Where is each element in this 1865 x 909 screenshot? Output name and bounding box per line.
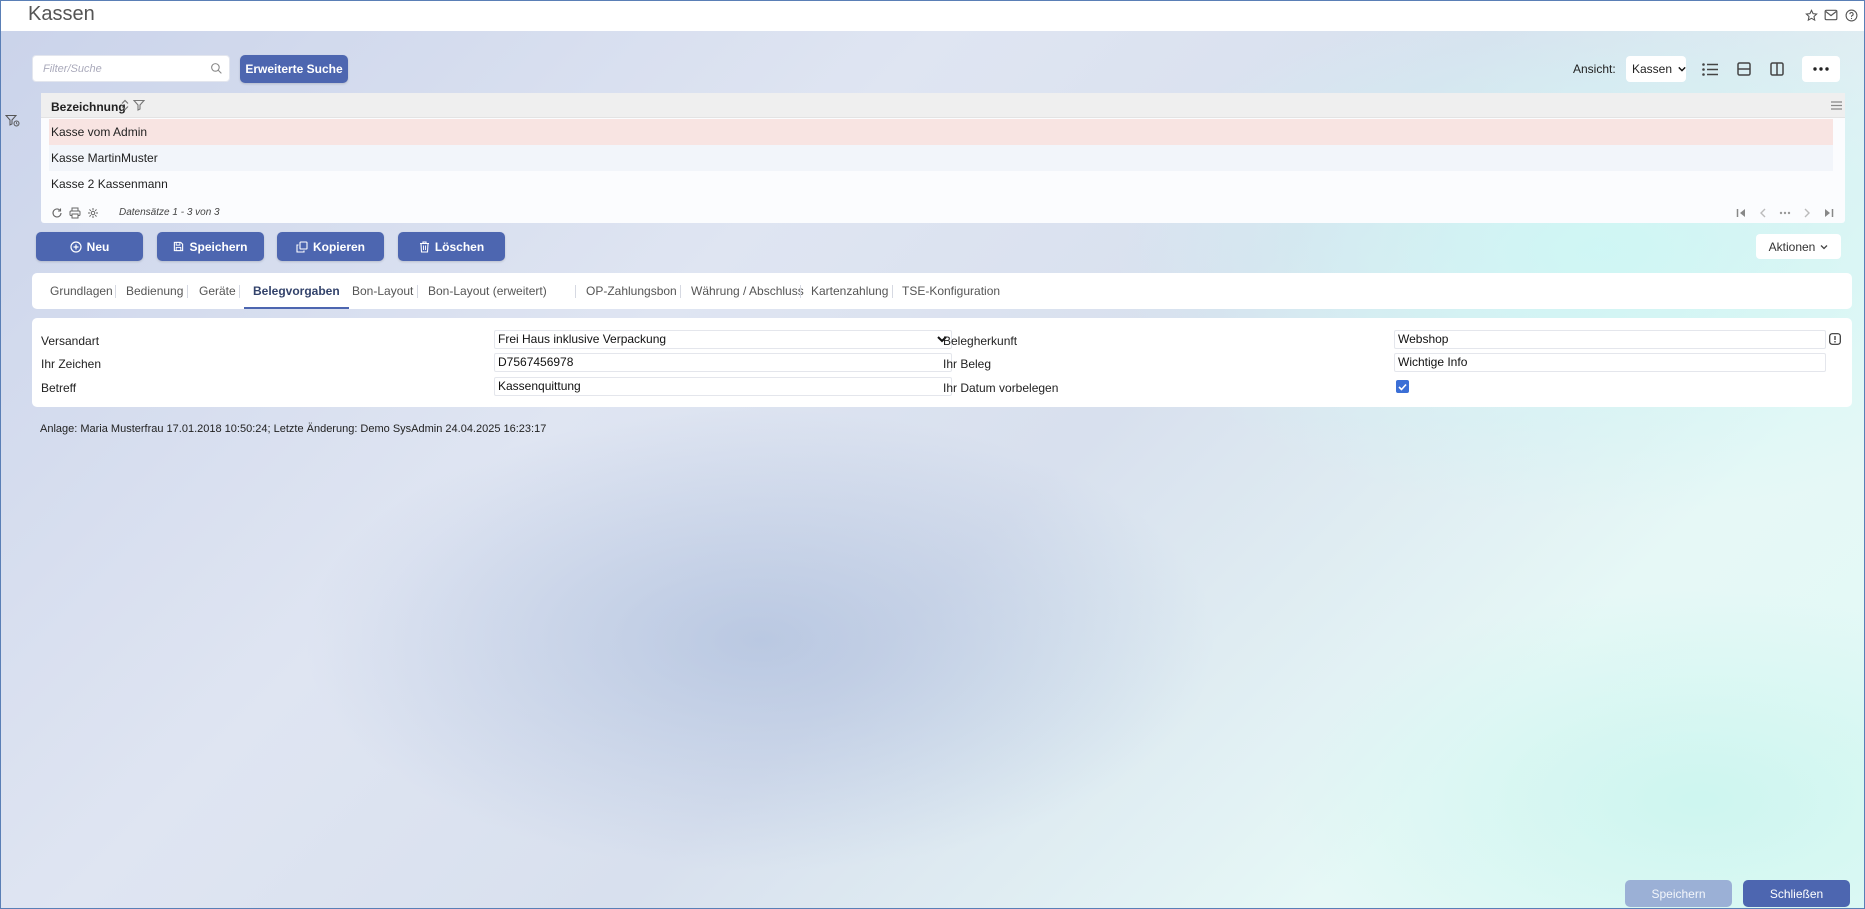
versandart-value: Frei Haus inklusive Verpackung: [498, 332, 667, 346]
top-icons: [1804, 8, 1858, 22]
actions-dropdown[interactable]: Aktionen: [1756, 234, 1841, 259]
tab-separator: [892, 285, 893, 298]
chevron-down-icon: [1820, 244, 1828, 249]
search-icon[interactable]: [210, 62, 223, 75]
last-page-icon[interactable]: [1821, 206, 1837, 220]
ihr-zeichen-label: Ihr Zeichen: [41, 357, 102, 371]
star-icon[interactable]: [1804, 8, 1818, 22]
info-alert-icon[interactable]: [1829, 333, 1841, 345]
list-view-icon[interactable]: [1696, 56, 1724, 82]
print-icon[interactable]: [68, 206, 82, 220]
extended-search-button[interactable]: Erweiterte Suche: [240, 55, 348, 83]
settings-icon[interactable]: [86, 206, 100, 220]
versandart-select[interactable]: Frei Haus inklusive Verpackung: [494, 330, 952, 349]
refresh-icon[interactable]: [50, 206, 64, 220]
tab-bon-layout[interactable]: Bon-Layout: [352, 273, 413, 309]
ihr-beleg-label: Ihr Beleg: [943, 357, 992, 371]
table-row[interactable]: Kasse 2 Kassenmann: [49, 171, 1833, 197]
more-icon: [1813, 67, 1829, 71]
new-button[interactable]: Neu: [36, 232, 143, 261]
column-header-bezeichnung[interactable]: Bezeichnung: [51, 100, 126, 114]
tab-separator: [575, 285, 576, 298]
plus-circle-icon: [70, 240, 82, 253]
grid-footer: Datensätze 1 - 3 von 3: [41, 204, 1845, 222]
tab-kartenzahlung[interactable]: Kartenzahlung: [811, 273, 888, 309]
sort-icon[interactable]: [121, 99, 129, 111]
view-select[interactable]: Kassen: [1626, 56, 1686, 82]
audit-info: Anlage: Maria Musterfrau 17.01.2018 10:5…: [40, 423, 547, 435]
betreff-field[interactable]: Kassenquittung: [494, 377, 952, 396]
betreff-label: Betreff: [41, 381, 77, 395]
table-row[interactable]: Kasse MartinMuster: [49, 145, 1833, 171]
delete-button[interactable]: Löschen: [398, 232, 505, 261]
search-input[interactable]: [33, 56, 198, 81]
records-grid: Bezeichnung Kasse vom Admin Kasse Martin…: [41, 93, 1845, 223]
save-button[interactable]: Speichern: [157, 232, 264, 261]
split-horizontal-icon[interactable]: [1730, 56, 1758, 82]
page-title: Kassen: [28, 3, 95, 25]
footer-close-button[interactable]: Schließen: [1743, 880, 1850, 907]
next-page-icon[interactable]: [1799, 206, 1815, 220]
footer-save-button[interactable]: Speichern: [1625, 880, 1732, 907]
tab-tse-konfiguration[interactable]: TSE-Konfiguration: [902, 273, 1000, 309]
mail-icon[interactable]: [1824, 8, 1838, 22]
tab-separator: [239, 285, 240, 298]
tab-bar: Grundlagen Bedienung Geräte Belegvorgabe…: [32, 273, 1852, 309]
pages-ellipsis-icon: [1777, 206, 1793, 220]
search-box: [32, 55, 230, 82]
tab-geraete[interactable]: Geräte: [199, 273, 236, 309]
tab-grundlagen[interactable]: Grundlagen: [50, 273, 113, 309]
copy-icon: [296, 240, 308, 253]
ihr-zeichen-field[interactable]: D7567456978: [494, 353, 952, 372]
tab-bedienung[interactable]: Bedienung: [126, 273, 183, 309]
trash-icon: [419, 240, 429, 253]
first-page-icon[interactable]: [1733, 206, 1749, 220]
view-label: Ansicht:: [1573, 62, 1616, 76]
tab-separator: [187, 285, 188, 298]
help-icon[interactable]: [1844, 8, 1858, 22]
record-count: Datensätze 1 - 3 von 3: [119, 207, 220, 218]
tab-separator: [800, 285, 801, 298]
view-select-value: Kassen: [1632, 62, 1673, 76]
copy-button-label: Kopieren: [312, 239, 365, 254]
prev-page-icon[interactable]: [1755, 206, 1771, 220]
tab-separator: [115, 285, 116, 298]
ihr-datum-checkbox[interactable]: [1396, 380, 1409, 393]
actions-dropdown-label: Aktionen: [1768, 239, 1816, 254]
tab-bon-layout-erweitert[interactable]: Bon-Layout (erweitert): [428, 273, 547, 309]
ihr-beleg-field[interactable]: Wichtige Info: [1394, 353, 1826, 372]
column-filter-icon[interactable]: [133, 99, 145, 111]
more-options-button[interactable]: [1802, 56, 1840, 82]
belegherkunft-field[interactable]: Webshop: [1394, 330, 1826, 349]
belegvorgaben-form: Versandart Frei Haus inklusive Verpackun…: [32, 318, 1852, 407]
tab-separator: [417, 285, 418, 298]
copy-button[interactable]: Kopieren: [277, 232, 384, 261]
chevron-down-icon: [1678, 66, 1686, 72]
delete-button-label: Löschen: [434, 239, 485, 254]
versandart-label: Versandart: [41, 334, 100, 348]
tab-separator: [680, 285, 681, 298]
pager: [1733, 206, 1837, 220]
belegherkunft-label: Belegherkunft: [943, 334, 1018, 348]
column-menu-icon[interactable]: [1831, 101, 1842, 110]
title-bar: Kassen: [1, 1, 1864, 31]
tab-op-zahlungsbon[interactable]: OP-Zahlungsbon: [586, 273, 677, 309]
save-icon: [174, 241, 184, 252]
grid-header: Bezeichnung: [41, 93, 1845, 118]
tab-belegvorgaben[interactable]: Belegvorgaben: [244, 273, 349, 309]
checkmark-icon: [1398, 383, 1407, 391]
table-row[interactable]: Kasse vom Admin: [49, 119, 1833, 145]
new-button-label: Neu: [86, 239, 110, 254]
split-vertical-icon[interactable]: [1763, 56, 1791, 82]
filter-panel-icon[interactable]: [5, 114, 21, 128]
tab-waehrung-abschluss[interactable]: Währung / Abschluss: [691, 273, 804, 309]
ihr-datum-label: Ihr Datum vorbelegen: [943, 381, 1059, 395]
save-button-label: Speichern: [189, 239, 248, 254]
